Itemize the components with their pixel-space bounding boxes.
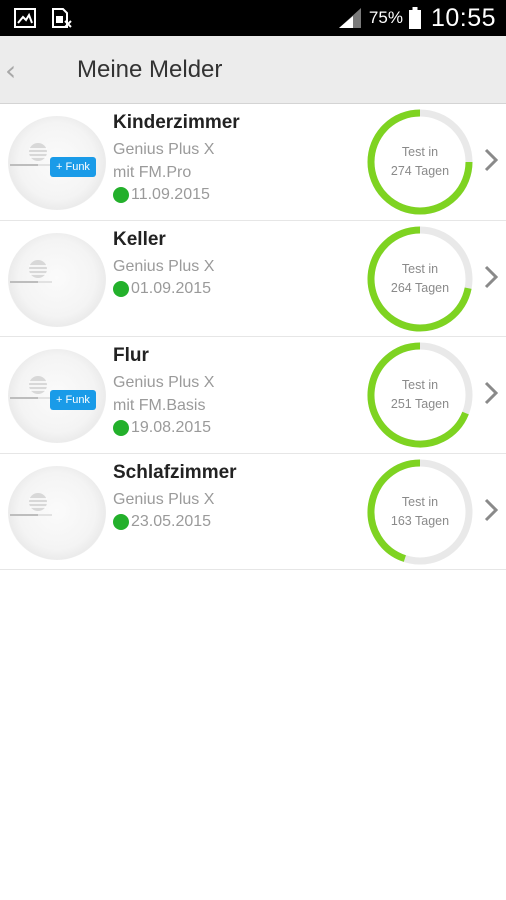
smoke-detector-icon bbox=[8, 232, 106, 327]
detector-date: 01.09.2015 bbox=[131, 279, 212, 297]
detector-variant: mit FM.Basis bbox=[113, 397, 206, 414]
test-label-line2: 251 Tagen bbox=[390, 397, 450, 411]
detector-date-line: 11.09.2015 bbox=[113, 186, 210, 204]
test-countdown-label: Test in 251 Tagen bbox=[366, 341, 474, 449]
test-countdown-label: Test in 274 Tagen bbox=[366, 108, 474, 216]
detector-list: + Funk Kinderzimmer Genius Plus X mit FM… bbox=[0, 104, 506, 570]
detector-row[interactable]: + Funk Kinderzimmer Genius Plus X mit FM… bbox=[0, 104, 506, 221]
battery-icon bbox=[408, 7, 421, 29]
smoke-detector-icon bbox=[8, 465, 106, 560]
action-bar: ‹ Meine Melder bbox=[0, 36, 506, 104]
detector-date-line: 19.08.2015 bbox=[113, 419, 211, 437]
status-dot bbox=[113, 280, 129, 297]
battery-percent: 75% bbox=[368, 8, 403, 27]
funk-badge: + Funk bbox=[50, 390, 96, 410]
test-label-line1: Test in bbox=[401, 378, 439, 392]
funk-badge: + Funk bbox=[50, 157, 96, 177]
detector-model: Genius Plus X bbox=[113, 257, 215, 275]
status-dot bbox=[113, 187, 129, 203]
sim-card-x-icon bbox=[52, 8, 72, 28]
test-label-line2: 264 Tagen bbox=[390, 280, 450, 295]
test-label-line2: 274 Tagen bbox=[390, 164, 450, 178]
test-countdown-label: Test in 163 Tagen bbox=[366, 458, 474, 566]
page-title: Meine Melder bbox=[77, 56, 223, 83]
detector-date: 11.09.2015 bbox=[131, 186, 210, 203]
test-countdown-label: Test in 264 Tagen bbox=[366, 225, 474, 333]
detector-variant: mit FM.Pro bbox=[113, 164, 192, 181]
back-chevron-icon[interactable]: ‹ bbox=[5, 54, 16, 87]
detector-model: Genius Plus X bbox=[113, 490, 215, 508]
detector-name: Schlafzimmer bbox=[113, 461, 237, 483]
detector-row[interactable]: Keller Genius Plus X 01.09.2015 Test in … bbox=[0, 221, 506, 337]
detector-date: 23.05.2015 bbox=[131, 512, 212, 530]
chevron-right-icon[interactable] bbox=[484, 498, 498, 522]
detector-row[interactable]: + Funk Flur Genius Plus X mit FM.Basis 1… bbox=[0, 337, 506, 454]
detector-row[interactable]: Schlafzimmer Genius Plus X 23.05.2015 Te… bbox=[0, 454, 506, 570]
test-label-line1: Test in bbox=[401, 494, 439, 509]
detector-date-line: 01.09.2015 bbox=[113, 280, 211, 298]
chevron-right-icon[interactable] bbox=[484, 381, 498, 405]
gallery-icon bbox=[14, 8, 36, 28]
detector-name: Kinderzimmer bbox=[113, 112, 240, 133]
detector-name: Keller bbox=[113, 228, 166, 250]
detector-date-line: 23.05.2015 bbox=[113, 513, 211, 531]
test-label-line1: Test in bbox=[401, 261, 439, 276]
signal-icon bbox=[338, 8, 361, 28]
detector-name: Flur bbox=[113, 345, 149, 366]
status-dot bbox=[113, 513, 129, 530]
detector-date: 19.08.2015 bbox=[131, 419, 212, 436]
detector-model: Genius Plus X bbox=[113, 374, 215, 391]
test-label-line1: Test in bbox=[401, 145, 439, 159]
chevron-right-icon[interactable] bbox=[484, 265, 498, 289]
status-dot bbox=[113, 420, 129, 436]
test-label-line2: 163 Tagen bbox=[390, 513, 450, 528]
status-bar: 75% 10:55 bbox=[0, 0, 506, 36]
clock: 10:55 bbox=[430, 3, 496, 32]
chevron-right-icon[interactable] bbox=[484, 148, 498, 172]
detector-model: Genius Plus X bbox=[113, 141, 215, 158]
